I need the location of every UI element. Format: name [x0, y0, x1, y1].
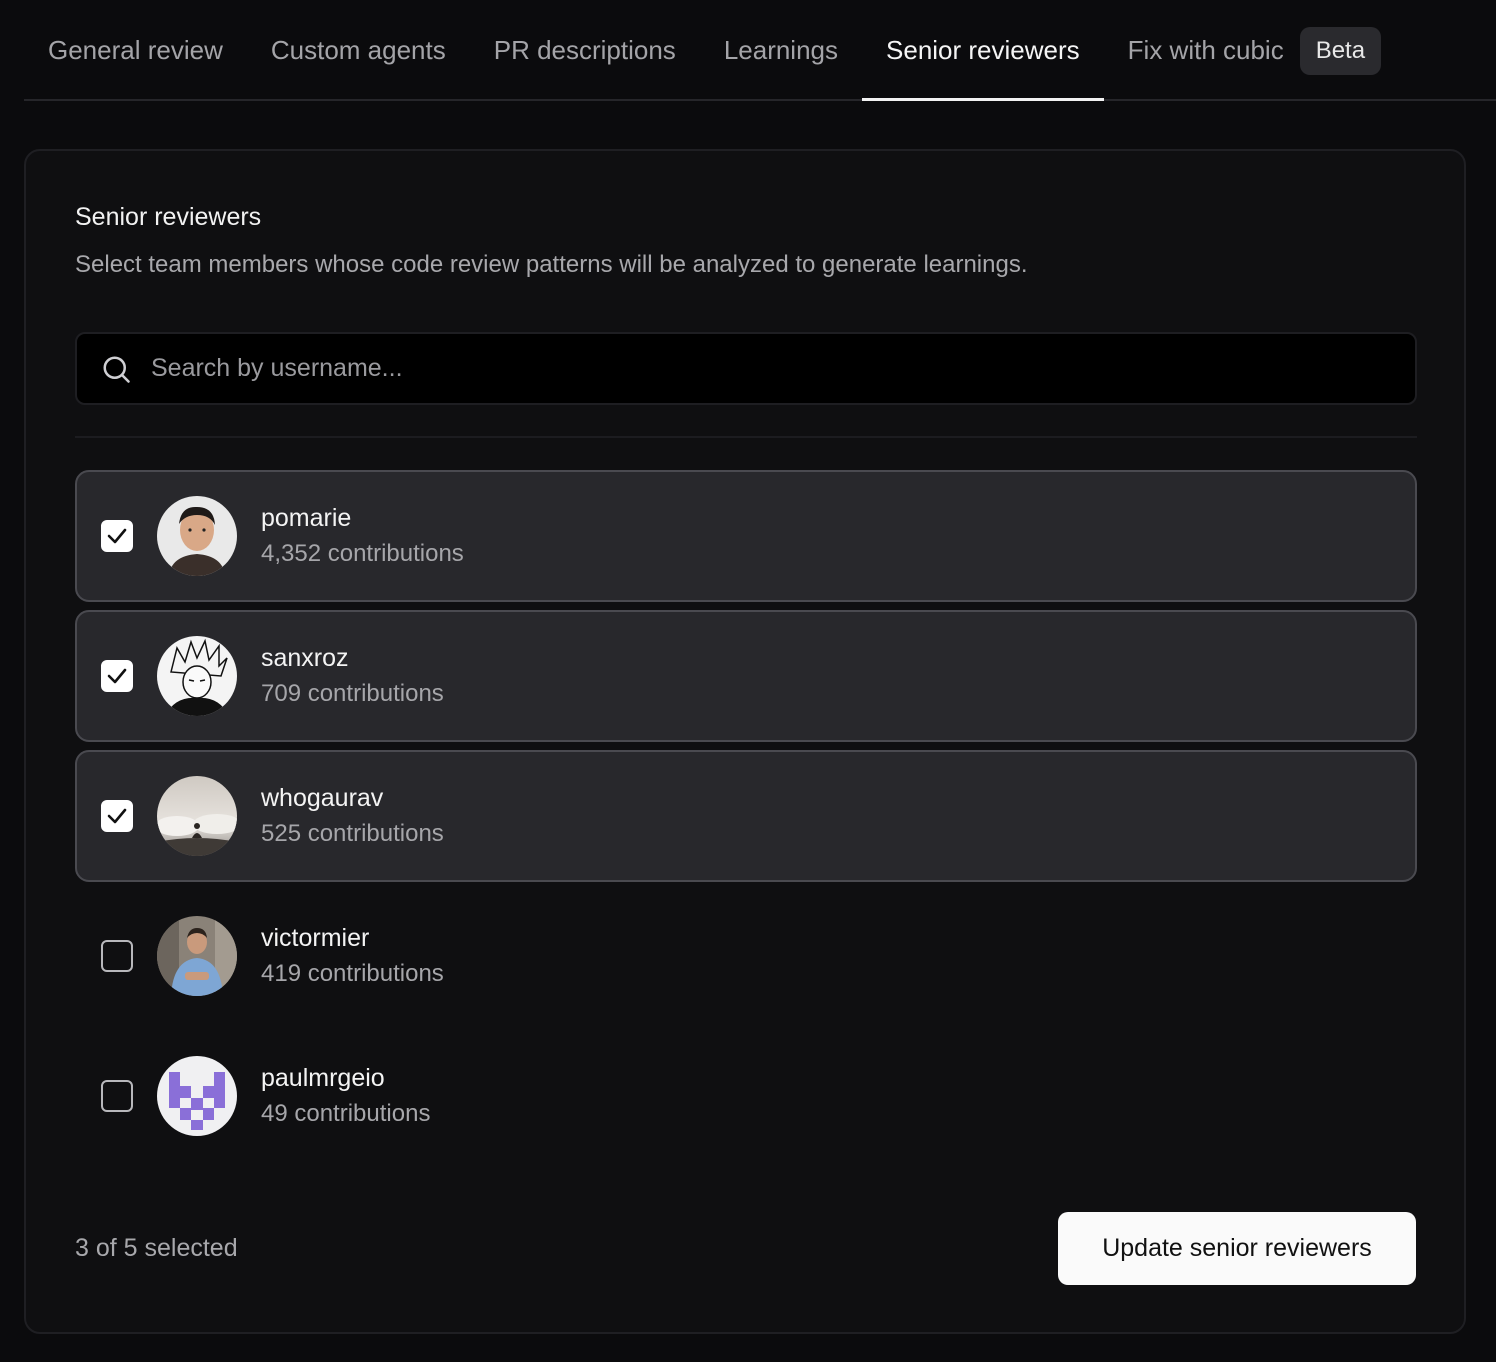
username: whogaurav: [261, 784, 384, 812]
update-senior-reviewers-button[interactable]: Update senior reviewers: [1058, 1212, 1416, 1285]
search-icon: [103, 356, 130, 383]
avatar-pomarie: [157, 496, 237, 576]
avatar-victormier: [157, 916, 237, 996]
checkbox[interactable]: [101, 800, 133, 832]
avatar-whogaurav: [157, 776, 237, 856]
tab-learnings[interactable]: Learnings: [700, 0, 862, 101]
checkbox[interactable]: [101, 660, 133, 692]
avatar-sanxroz: [157, 636, 237, 716]
username: victormier: [261, 924, 370, 952]
reviewer-row-paulmrgeio[interactable]: paulmrgeio 49 contributions: [75, 1030, 1417, 1162]
section-title: Senior reviewers: [75, 203, 262, 231]
section-description: Select team members whose code review pa…: [75, 251, 1028, 278]
checkmark-icon: [107, 528, 127, 544]
reviewer-row-victormier[interactable]: victormier 419 contributions: [75, 890, 1417, 1022]
search-input[interactable]: [151, 354, 1415, 383]
contribution-count: 49 contributions: [261, 1100, 431, 1127]
checkmark-icon: [107, 668, 127, 684]
username: sanxroz: [261, 644, 349, 672]
avatar-paulmrgeio: [157, 1056, 237, 1136]
contribution-count: 709 contributions: [261, 680, 444, 707]
senior-reviewers-card: Senior reviewers Select team members who…: [24, 149, 1466, 1334]
contribution-count: 525 contributions: [261, 820, 444, 847]
reviewer-row-sanxroz[interactable]: sanxroz 709 contributions: [75, 610, 1417, 742]
tab-fix-with-cubic[interactable]: Fix with cubic Beta: [1104, 0, 1405, 101]
checkbox[interactable]: [101, 520, 133, 552]
tab-pr-descriptions[interactable]: PR descriptions: [470, 0, 700, 101]
checkmark-icon: [107, 808, 127, 824]
divider: [75, 436, 1417, 438]
username: paulmrgeio: [261, 1064, 385, 1092]
tab-senior-reviewers[interactable]: Senior reviewers: [862, 0, 1104, 101]
contribution-count: 419 contributions: [261, 960, 444, 987]
search-box: [75, 332, 1417, 405]
beta-badge: Beta: [1299, 26, 1382, 75]
reviewer-row-pomarie[interactable]: pomarie 4,352 contributions: [75, 470, 1417, 602]
contribution-count: 4,352 contributions: [261, 540, 464, 567]
selected-count: 3 of 5 selected: [75, 1234, 238, 1262]
tab-bar: General review Custom agents PR descript…: [24, 0, 1496, 101]
tab-custom-agents[interactable]: Custom agents: [247, 0, 470, 101]
checkbox[interactable]: [101, 1080, 133, 1112]
tab-general-review[interactable]: General review: [24, 0, 247, 101]
tab-fix-with-cubic-label: Fix with cubic: [1127, 35, 1284, 65]
checkbox[interactable]: [101, 940, 133, 972]
reviewer-row-whogaurav[interactable]: whogaurav 525 contributions: [75, 750, 1417, 882]
username: pomarie: [261, 504, 352, 532]
reviewer-list: pomarie 4,352 contributions sanxroz 709 …: [75, 470, 1417, 1170]
